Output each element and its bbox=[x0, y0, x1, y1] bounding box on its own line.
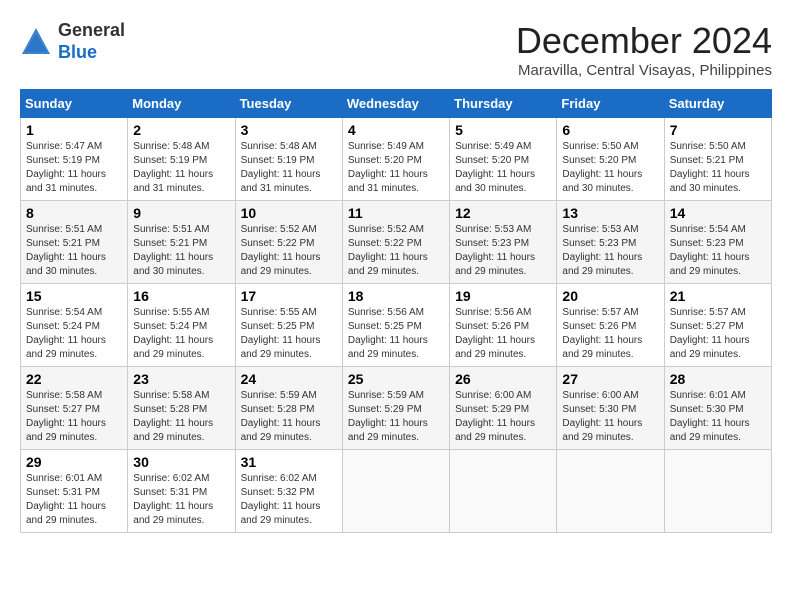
calendar-cell: 11Sunrise: 5:52 AMSunset: 5:22 PMDayligh… bbox=[342, 201, 449, 284]
calendar-cell: 31Sunrise: 6:02 AMSunset: 5:32 PMDayligh… bbox=[235, 450, 342, 533]
calendar-cell: 15Sunrise: 5:54 AMSunset: 5:24 PMDayligh… bbox=[21, 284, 128, 367]
calendar-cell bbox=[557, 450, 664, 533]
calendar-cell: 13Sunrise: 5:53 AMSunset: 5:23 PMDayligh… bbox=[557, 201, 664, 284]
calendar-cell: 10Sunrise: 5:52 AMSunset: 5:22 PMDayligh… bbox=[235, 201, 342, 284]
calendar-cell: 17Sunrise: 5:55 AMSunset: 5:25 PMDayligh… bbox=[235, 284, 342, 367]
calendar-cell: 21Sunrise: 5:57 AMSunset: 5:27 PMDayligh… bbox=[664, 284, 771, 367]
header-wednesday: Wednesday bbox=[342, 90, 449, 118]
calendar-week-4: 22Sunrise: 5:58 AMSunset: 5:27 PMDayligh… bbox=[21, 367, 772, 450]
logo-icon bbox=[20, 26, 52, 58]
calendar-cell bbox=[664, 450, 771, 533]
calendar-cell: 20Sunrise: 5:57 AMSunset: 5:26 PMDayligh… bbox=[557, 284, 664, 367]
calendar-cell bbox=[342, 450, 449, 533]
calendar-cell: 12Sunrise: 5:53 AMSunset: 5:23 PMDayligh… bbox=[450, 201, 557, 284]
calendar-cell: 16Sunrise: 5:55 AMSunset: 5:24 PMDayligh… bbox=[128, 284, 235, 367]
calendar-day-1: 1Sunrise: 5:47 AMSunset: 5:19 PMDaylight… bbox=[21, 118, 128, 201]
calendar-cell bbox=[450, 450, 557, 533]
header-tuesday: Tuesday bbox=[235, 90, 342, 118]
calendar-cell: 7Sunrise: 5:50 AMSunset: 5:21 PMDaylight… bbox=[664, 118, 771, 201]
calendar-cell: 22Sunrise: 5:58 AMSunset: 5:27 PMDayligh… bbox=[21, 367, 128, 450]
calendar-cell: 24Sunrise: 5:59 AMSunset: 5:28 PMDayligh… bbox=[235, 367, 342, 450]
calendar-table: Sunday Monday Tuesday Wednesday Thursday… bbox=[20, 89, 772, 533]
calendar-cell: 3Sunrise: 5:48 AMSunset: 5:19 PMDaylight… bbox=[235, 118, 342, 201]
logo-general: General bbox=[58, 20, 125, 40]
calendar-cell: 14Sunrise: 5:54 AMSunset: 5:23 PMDayligh… bbox=[664, 201, 771, 284]
calendar-cell: 5Sunrise: 5:49 AMSunset: 5:20 PMDaylight… bbox=[450, 118, 557, 201]
calendar-cell: 28Sunrise: 6:01 AMSunset: 5:30 PMDayligh… bbox=[664, 367, 771, 450]
calendar-week-5: 29Sunrise: 6:01 AMSunset: 5:31 PMDayligh… bbox=[21, 450, 772, 533]
logo-text: General Blue bbox=[58, 20, 125, 63]
logo: General Blue bbox=[20, 20, 125, 63]
calendar-cell: 4Sunrise: 5:49 AMSunset: 5:20 PMDaylight… bbox=[342, 118, 449, 201]
page-header: General Blue December 2024 Maravilla, Ce… bbox=[20, 20, 772, 79]
calendar-header-row: Sunday Monday Tuesday Wednesday Thursday… bbox=[21, 90, 772, 118]
header-thursday: Thursday bbox=[450, 90, 557, 118]
header-saturday: Saturday bbox=[664, 90, 771, 118]
calendar-cell: 18Sunrise: 5:56 AMSunset: 5:25 PMDayligh… bbox=[342, 284, 449, 367]
calendar-cell: 30Sunrise: 6:02 AMSunset: 5:31 PMDayligh… bbox=[128, 450, 235, 533]
calendar-cell: 25Sunrise: 5:59 AMSunset: 5:29 PMDayligh… bbox=[342, 367, 449, 450]
logo-blue: Blue bbox=[58, 42, 97, 62]
header-sunday: Sunday bbox=[21, 90, 128, 118]
calendar-week-1: 1Sunrise: 5:47 AMSunset: 5:19 PMDaylight… bbox=[21, 118, 772, 201]
calendar-week-3: 15Sunrise: 5:54 AMSunset: 5:24 PMDayligh… bbox=[21, 284, 772, 367]
calendar-cell: 8Sunrise: 5:51 AMSunset: 5:21 PMDaylight… bbox=[21, 201, 128, 284]
header-monday: Monday bbox=[128, 90, 235, 118]
header-friday: Friday bbox=[557, 90, 664, 118]
calendar-cell: 9Sunrise: 5:51 AMSunset: 5:21 PMDaylight… bbox=[128, 201, 235, 284]
calendar-cell: 2Sunrise: 5:48 AMSunset: 5:19 PMDaylight… bbox=[128, 118, 235, 201]
calendar-cell: 19Sunrise: 5:56 AMSunset: 5:26 PMDayligh… bbox=[450, 284, 557, 367]
title-block: December 2024 Maravilla, Central Visayas… bbox=[516, 20, 772, 79]
location-subtitle: Maravilla, Central Visayas, Philippines bbox=[516, 62, 772, 79]
calendar-cell: 29Sunrise: 6:01 AMSunset: 5:31 PMDayligh… bbox=[21, 450, 128, 533]
month-title: December 2024 bbox=[516, 20, 772, 62]
calendar-week-2: 8Sunrise: 5:51 AMSunset: 5:21 PMDaylight… bbox=[21, 201, 772, 284]
calendar-cell: 6Sunrise: 5:50 AMSunset: 5:20 PMDaylight… bbox=[557, 118, 664, 201]
calendar-cell: 26Sunrise: 6:00 AMSunset: 5:29 PMDayligh… bbox=[450, 367, 557, 450]
calendar-cell: 23Sunrise: 5:58 AMSunset: 5:28 PMDayligh… bbox=[128, 367, 235, 450]
calendar-cell: 27Sunrise: 6:00 AMSunset: 5:30 PMDayligh… bbox=[557, 367, 664, 450]
